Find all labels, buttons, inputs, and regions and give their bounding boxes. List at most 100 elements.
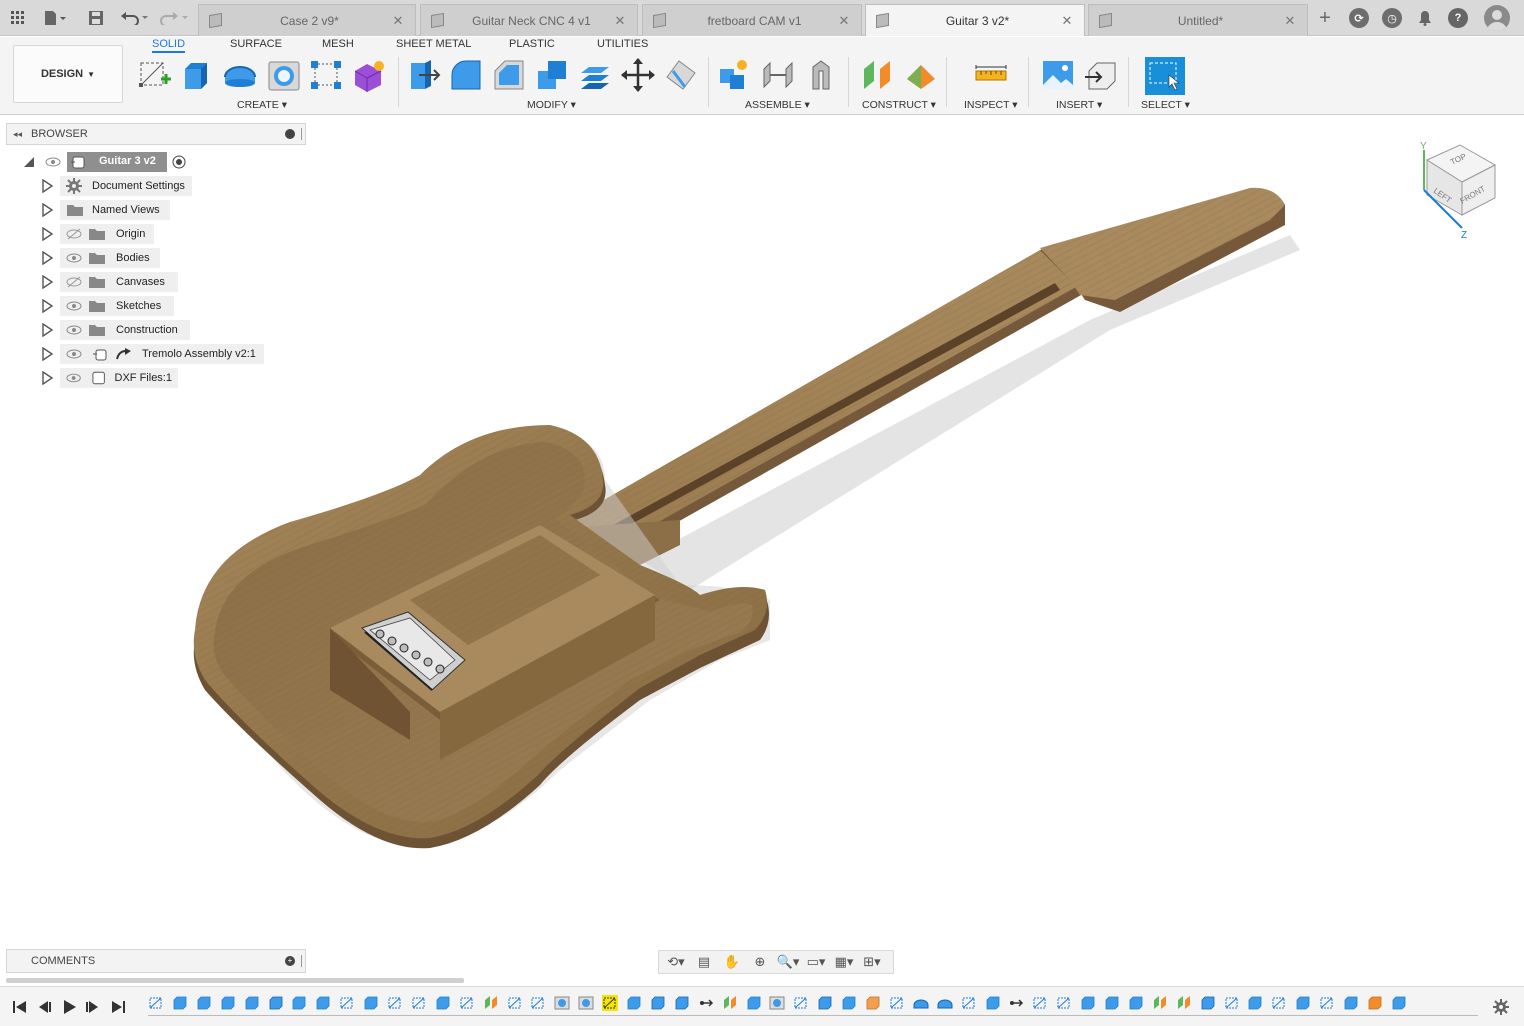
offset-plane-icon[interactable] xyxy=(860,57,896,93)
tree-item-origin[interactable]: Origin xyxy=(60,224,154,244)
new-tab-plus-icon[interactable]: + xyxy=(1315,7,1335,29)
timeline-feature-sketch-icon[interactable] xyxy=(1271,995,1287,1011)
timeline-feature-sketch-icon[interactable] xyxy=(148,995,164,1011)
timeline-feature-plane-icon[interactable] xyxy=(1152,995,1168,1011)
timeline-feature-combine-icon[interactable] xyxy=(268,995,284,1011)
collapse-triangle-icon[interactable] xyxy=(22,155,36,169)
modify-group-label[interactable]: MODIFY ▾ xyxy=(527,99,576,111)
timeline-feature-sketch-icon[interactable] xyxy=(1032,995,1048,1011)
look-at-icon[interactable]: ▤ xyxy=(691,952,717,972)
pattern-icon[interactable] xyxy=(308,57,344,93)
timeline-feature-sketch-icon[interactable] xyxy=(961,995,977,1011)
new-component-icon[interactable] xyxy=(716,57,752,93)
construct-group-label[interactable]: CONSTRUCT ▾ xyxy=(862,99,936,111)
display-settings-icon[interactable]: ▭▾ xyxy=(803,952,829,972)
step-back-icon[interactable] xyxy=(36,999,52,1015)
timeline-feature-sketch-icon[interactable] xyxy=(1224,995,1240,1011)
collapse-panel-icon[interactable]: ◂◂ xyxy=(13,129,22,140)
select-group-label[interactable]: SELECT ▾ xyxy=(1141,99,1190,111)
tab-mesh[interactable]: MESH xyxy=(322,37,354,51)
visibility-eye-icon[interactable] xyxy=(45,155,61,172)
notifications-bell-icon[interactable] xyxy=(1415,8,1435,28)
timeline-feature-revolve-icon[interactable] xyxy=(937,995,953,1011)
visibility-eye-icon[interactable] xyxy=(66,371,81,385)
measure-icon[interactable] xyxy=(973,57,1009,93)
combine-icon[interactable] xyxy=(534,57,570,93)
tree-item-document-settings[interactable]: Document Settings xyxy=(60,176,192,196)
timeline-feature-plane-icon[interactable] xyxy=(722,995,738,1011)
create-form-icon[interactable] xyxy=(351,57,387,93)
tab-plastic[interactable]: PLASTIC xyxy=(509,37,555,51)
timeline-feature-move-icon[interactable] xyxy=(1008,995,1024,1011)
go-to-start-icon[interactable] xyxy=(12,999,28,1015)
timeline-feature-sketch-icon[interactable] xyxy=(889,995,905,1011)
timeline-feature-extrude-icon[interactable] xyxy=(435,995,451,1011)
timeline-feature-extrude-icon[interactable] xyxy=(1104,995,1120,1011)
expand-triangle-icon[interactable] xyxy=(40,371,54,385)
timeline-feature-extrude-icon[interactable] xyxy=(1391,995,1407,1011)
viewcube[interactable]: TOP LEFT FRONT Y Z xyxy=(1420,141,1497,241)
timeline-feature-extrude-icon[interactable] xyxy=(1247,995,1263,1011)
timeline-feature-sketch-icon[interactable] xyxy=(530,995,546,1011)
move-icon[interactable] xyxy=(620,57,656,93)
close-icon[interactable]: ✕ xyxy=(837,13,851,29)
horizontal-scrollbar[interactable] xyxy=(6,978,464,983)
tree-item-canvases[interactable]: Canvases xyxy=(60,272,178,292)
create-group-label[interactable]: CREATE ▾ xyxy=(237,99,287,111)
viewports-icon[interactable]: ⊞▾ xyxy=(859,952,885,972)
tree-item-construction[interactable]: Construction xyxy=(60,320,190,340)
timeline-feature-sketch-icon[interactable] xyxy=(459,995,475,1011)
panel-resize-handle[interactable] xyxy=(301,955,302,967)
root-component-row[interactable]: Guitar 3 v2 xyxy=(67,152,167,172)
close-icon[interactable]: ✕ xyxy=(1283,13,1297,29)
tree-item-named-views[interactable]: Named Views xyxy=(60,200,170,220)
create-sketch-icon[interactable] xyxy=(137,57,173,93)
activate-radio-icon[interactable] xyxy=(172,155,186,172)
fillet-icon[interactable] xyxy=(448,57,484,93)
redo-icon[interactable] xyxy=(158,8,192,28)
timeline-feature-chamfer-icon[interactable] xyxy=(865,995,881,1011)
timeline-feature-extrude-icon[interactable] xyxy=(172,995,188,1011)
3d-canvas-viewport[interactable]: TOP LEFT FRONT Y Z xyxy=(0,116,1524,978)
timeline-feature-sketch-icon[interactable] xyxy=(507,995,523,1011)
timeline-feature-extrude-icon[interactable] xyxy=(626,995,642,1011)
expand-triangle-icon[interactable] xyxy=(40,251,54,265)
timeline-feature-combine-icon[interactable] xyxy=(817,995,833,1011)
visibility-eye-icon[interactable] xyxy=(66,299,82,313)
timeline-feature-extrude-icon[interactable] xyxy=(244,995,260,1011)
timeline-feature-sketch-icon[interactable] xyxy=(1319,995,1335,1011)
timeline-feature-extrude-icon[interactable] xyxy=(291,995,307,1011)
timeline-feature-extrude-icon[interactable] xyxy=(985,995,1001,1011)
chamfer-icon[interactable] xyxy=(491,57,527,93)
insert-group-label[interactable]: INSERT ▾ xyxy=(1056,99,1102,111)
job-status-icon[interactable]: ◷ xyxy=(1382,8,1402,28)
tab-solid[interactable]: SOLID xyxy=(152,37,186,53)
timeline-feature-sketch-icon[interactable] xyxy=(793,995,809,1011)
close-icon[interactable]: ✕ xyxy=(613,13,627,29)
tab-fretboard-cam[interactable]: fretboard CAM v1 ✕ xyxy=(642,4,862,36)
tree-item-dxf-files[interactable]: DXF Files:1 xyxy=(60,368,178,388)
select-tool-icon[interactable] xyxy=(1145,57,1185,95)
go-to-end-icon[interactable] xyxy=(110,999,126,1015)
timeline-feature-extrude-icon[interactable] xyxy=(841,995,857,1011)
timeline-feature-revolve-icon[interactable] xyxy=(913,995,929,1011)
expand-triangle-icon[interactable] xyxy=(40,203,54,217)
tab-surface[interactable]: SURFACE xyxy=(230,37,282,51)
visibility-eye-icon[interactable] xyxy=(66,251,82,265)
visibility-eye-icon[interactable] xyxy=(66,323,82,337)
timeline-feature-joint-icon[interactable] xyxy=(698,995,714,1011)
file-menu-icon[interactable] xyxy=(40,8,70,28)
tab-utilities[interactable]: UTILITIES xyxy=(597,37,648,51)
step-forward-icon[interactable] xyxy=(85,999,101,1015)
expand-triangle-icon[interactable] xyxy=(40,299,54,313)
timeline-feature-hole-icon[interactable] xyxy=(554,995,570,1011)
press-pull-icon[interactable] xyxy=(405,57,441,93)
expand-triangle-icon[interactable] xyxy=(40,275,54,289)
tab-untitled[interactable]: Untitled* ✕ xyxy=(1088,4,1308,36)
grid-settings-icon[interactable]: ▦▾ xyxy=(831,952,857,972)
fit-zoom-icon[interactable]: 🔍▾ xyxy=(775,952,801,972)
add-comment-icon[interactable]: + xyxy=(285,956,295,966)
timeline-feature-sketch-icon[interactable] xyxy=(1056,995,1072,1011)
visibility-eye-icon[interactable] xyxy=(66,347,82,361)
tree-item-bodies[interactable]: Bodies xyxy=(60,248,160,268)
